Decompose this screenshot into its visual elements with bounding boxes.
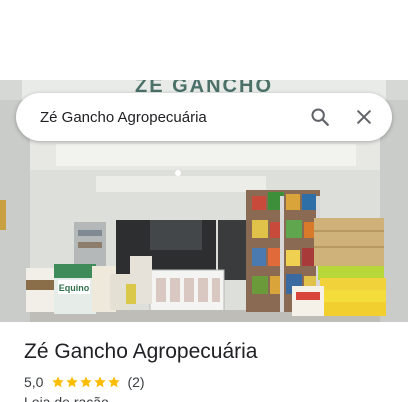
close-icon: [357, 110, 371, 124]
search-bar[interactable]: Zé Gancho Agropecuária: [16, 93, 392, 141]
star-icon: [66, 376, 79, 388]
place-category: Loja de ração: [24, 394, 109, 402]
star-icon: [80, 376, 93, 388]
feed-sack-label: Equino: [59, 283, 90, 293]
review-count[interactable]: (2): [127, 374, 144, 390]
search-input[interactable]: Zé Gancho Agropecuária: [16, 109, 298, 126]
star-icon: [108, 376, 121, 388]
search-button[interactable]: [298, 95, 342, 139]
close-button[interactable]: [342, 95, 386, 139]
rating-value: 5,0: [24, 374, 44, 390]
place-title: Zé Gancho Agropecuária: [24, 340, 258, 363]
search-icon: [311, 108, 329, 126]
star-icon: [52, 376, 65, 388]
star-rating: [51, 375, 121, 389]
rating-row[interactable]: 5,0 (2): [24, 373, 145, 391]
star-icon: [94, 376, 107, 388]
